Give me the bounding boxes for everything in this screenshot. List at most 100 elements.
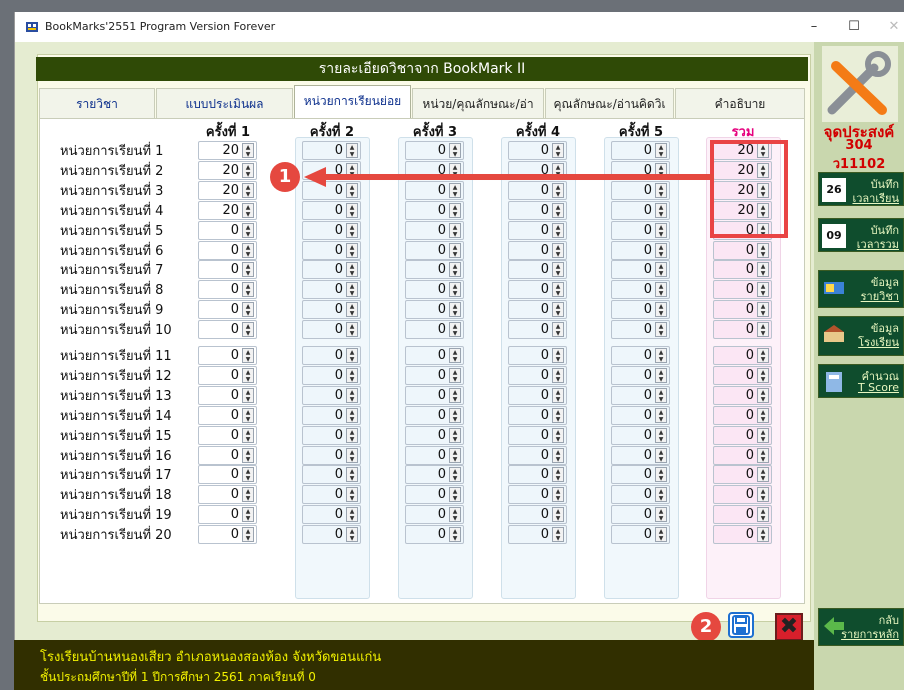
spin-arrows-icon[interactable]: ▲▼: [346, 527, 358, 543]
score-spinbox[interactable]: 0▲▼: [405, 200, 464, 220]
score-spinbox[interactable]: 0▲▼: [198, 445, 257, 465]
score-spinbox[interactable]: 0▲▼: [405, 260, 464, 280]
spin-arrows-icon[interactable]: ▲▼: [346, 202, 358, 218]
spin-arrows-icon[interactable]: ▲▼: [757, 387, 769, 403]
score-spinbox[interactable]: 0▲▼: [611, 425, 670, 445]
spin-arrows-icon[interactable]: ▲▼: [655, 447, 667, 463]
spin-arrows-icon[interactable]: ▲▼: [242, 348, 254, 363]
score-spinbox[interactable]: 0▲▼: [611, 200, 670, 220]
score-spinbox[interactable]: 0▲▼: [302, 280, 361, 300]
spin-arrows-icon[interactable]: ▲▼: [242, 367, 254, 383]
spin-arrows-icon[interactable]: ▲▼: [346, 302, 358, 318]
tab-evaluation[interactable]: แบบประเมินผล: [156, 88, 293, 118]
total-spinbox[interactable]: 0 ▲ ▼: [713, 405, 772, 425]
spin-arrows-icon[interactable]: ▲▼: [242, 322, 254, 338]
score-spinbox[interactable]: 0▲▼: [302, 465, 361, 485]
total-spinbox[interactable]: 0 ▲ ▼: [713, 260, 772, 280]
spin-arrows-icon[interactable]: ▲▼: [552, 527, 564, 543]
spin-arrows-icon[interactable]: ▲▼: [346, 387, 358, 403]
total-spinbox[interactable]: 0 ▲ ▼: [713, 365, 772, 385]
spin-arrows-icon[interactable]: ▲▼: [242, 162, 254, 178]
score-spinbox[interactable]: 0▲▼: [508, 485, 567, 505]
spin-arrows-icon[interactable]: ▲▼: [346, 143, 358, 158]
score-spinbox[interactable]: 0▲▼: [405, 405, 464, 425]
total-spinbox[interactable]: 0 ▲ ▼: [713, 485, 772, 505]
score-spinbox[interactable]: 0▲▼: [611, 405, 670, 425]
spin-arrows-icon[interactable]: ▲▼: [242, 447, 254, 463]
total-spinbox[interactable]: 0 ▲ ▼: [713, 445, 772, 465]
score-spinbox[interactable]: 0▲▼: [302, 405, 361, 425]
score-spinbox[interactable]: 0▲▼: [198, 485, 257, 505]
spin-arrows-icon[interactable]: ▲▼: [449, 302, 461, 318]
score-spinbox[interactable]: 0▲▼: [508, 300, 567, 320]
spin-arrows-icon[interactable]: ▲▼: [242, 407, 254, 423]
spin-arrows-icon[interactable]: ▲▼: [552, 427, 564, 443]
score-spinbox[interactable]: 0▲▼: [198, 385, 257, 405]
score-spinbox[interactable]: 0▲▼: [508, 320, 567, 340]
spin-arrows-icon[interactable]: ▲▼: [655, 387, 667, 403]
spin-arrows-icon[interactable]: ▲▼: [655, 407, 667, 423]
tab-sub-units[interactable]: หน่วยการเรียนย่อย: [294, 85, 411, 118]
spin-arrows-icon[interactable]: ▲▼: [757, 367, 769, 383]
spin-arrows-icon[interactable]: ▲▼: [346, 222, 358, 238]
spin-arrows-icon[interactable]: ▲▼: [346, 367, 358, 383]
spin-arrows-icon[interactable]: ▲▼: [346, 487, 358, 503]
score-spinbox[interactable]: 0▲▼: [508, 141, 567, 160]
spin-arrows-icon[interactable]: ▲▼: [346, 467, 358, 483]
score-spinbox[interactable]: 0▲▼: [405, 445, 464, 465]
spin-arrows-icon[interactable]: ▲▼: [552, 242, 564, 258]
spin-arrows-icon[interactable]: ▲▼: [655, 143, 667, 158]
spin-arrows-icon[interactable]: ▲▼: [346, 427, 358, 443]
score-spinbox[interactable]: 0▲▼: [508, 280, 567, 300]
spin-arrows-icon[interactable]: ▲▼: [655, 487, 667, 503]
spin-arrows-icon[interactable]: ▲▼: [449, 348, 461, 363]
score-spinbox[interactable]: 0▲▼: [302, 240, 361, 260]
spin-arrows-icon[interactable]: ▲▼: [552, 282, 564, 298]
total-spinbox[interactable]: 0 ▲ ▼: [713, 425, 772, 445]
spin-arrows-icon[interactable]: ▲▼: [242, 507, 254, 523]
score-spinbox[interactable]: 0▲▼: [508, 346, 567, 365]
score-spinbox[interactable]: 0▲▼: [198, 240, 257, 260]
spin-arrows-icon[interactable]: ▲▼: [655, 242, 667, 258]
score-spinbox[interactable]: 0▲▼: [611, 505, 670, 525]
spin-arrows-icon[interactable]: ▲▼: [449, 527, 461, 543]
total-spinbox[interactable]: 0 ▲ ▼: [713, 280, 772, 300]
spin-arrows-icon[interactable]: ▲▼: [346, 447, 358, 463]
record-attendance-button[interactable]: 26 บันทึก เวลาเรียน: [818, 172, 904, 206]
spin-arrows-icon[interactable]: ▲▼: [449, 407, 461, 423]
score-spinbox[interactable]: 0▲▼: [508, 525, 567, 545]
spin-arrows-icon[interactable]: ▲▼: [346, 182, 358, 198]
spin-arrows-icon[interactable]: ▲▼: [346, 322, 358, 338]
spin-arrows-icon[interactable]: ▲▼: [449, 262, 461, 278]
spin-arrows-icon[interactable]: ▲▼: [449, 507, 461, 523]
score-spinbox[interactable]: 0▲▼: [302, 220, 361, 240]
spin-arrows-icon[interactable]: ▲▼: [449, 322, 461, 338]
spin-arrows-icon[interactable]: ▲▼: [552, 322, 564, 338]
score-spinbox[interactable]: 0▲▼: [611, 320, 670, 340]
score-spinbox[interactable]: 0▲▼: [302, 505, 361, 525]
score-spinbox[interactable]: 0▲▼: [508, 180, 567, 200]
spin-arrows-icon[interactable]: ▲▼: [655, 348, 667, 363]
spin-arrows-icon[interactable]: ▲▼: [242, 262, 254, 278]
score-spinbox[interactable]: 0▲▼: [508, 365, 567, 385]
spin-arrows-icon[interactable]: ▲▼: [449, 387, 461, 403]
score-spinbox[interactable]: 0▲▼: [611, 300, 670, 320]
score-spinbox[interactable]: 0▲▼: [198, 346, 257, 365]
spin-arrows-icon[interactable]: ▲▼: [757, 467, 769, 483]
spin-arrows-icon[interactable]: ▲▼: [552, 182, 564, 198]
spin-arrows-icon[interactable]: ▲▼: [757, 407, 769, 423]
score-spinbox[interactable]: 0▲▼: [611, 445, 670, 465]
score-spinbox[interactable]: 0▲▼: [302, 346, 361, 365]
spin-arrows-icon[interactable]: ▲▼: [346, 282, 358, 298]
spin-arrows-icon[interactable]: ▲▼: [757, 447, 769, 463]
spin-arrows-icon[interactable]: ▲▼: [757, 427, 769, 443]
score-spinbox[interactable]: 0▲▼: [198, 320, 257, 340]
score-spinbox[interactable]: 0▲▼: [198, 260, 257, 280]
spin-arrows-icon[interactable]: ▲▼: [552, 348, 564, 363]
spin-arrows-icon[interactable]: ▲▼: [346, 242, 358, 258]
spin-arrows-icon[interactable]: ▲▼: [242, 202, 254, 218]
score-spinbox[interactable]: 0▲▼: [405, 346, 464, 365]
spin-arrows-icon[interactable]: ▲▼: [242, 487, 254, 503]
score-spinbox[interactable]: 0▲▼: [302, 200, 361, 220]
score-spinbox[interactable]: 0▲▼: [405, 465, 464, 485]
